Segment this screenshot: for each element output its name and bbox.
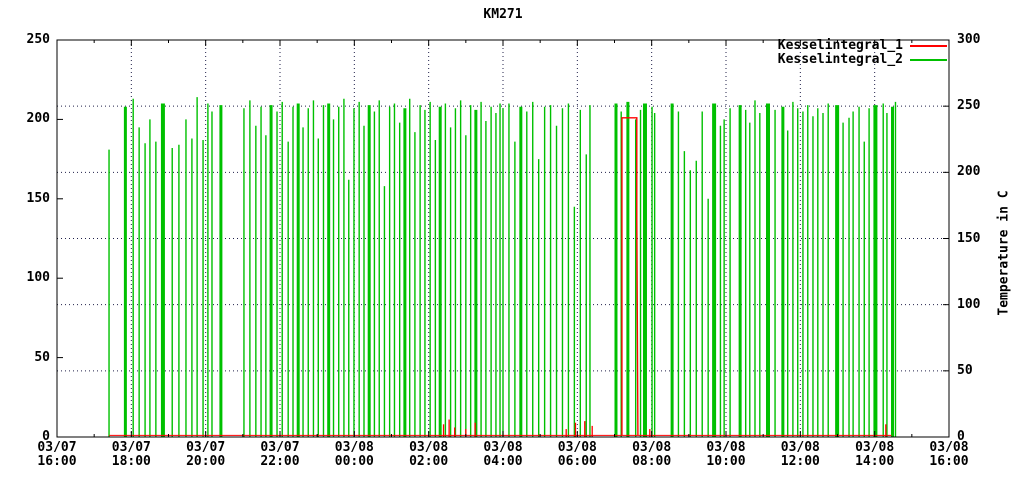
x-tick-date: 03/08 (466, 441, 540, 455)
x-tick-date: 03/08 (392, 441, 466, 455)
x-tick-date: 03/08 (912, 441, 986, 455)
y-right-tick-label: 100 (957, 298, 980, 312)
x-tick-label: 03/0720:00 (169, 441, 243, 469)
y-left-tick-label: 100 (0, 271, 50, 285)
x-tick-label: 03/0812:00 (763, 441, 837, 469)
y-left-tick-label: 150 (0, 192, 50, 206)
x-tick-date: 03/08 (317, 441, 391, 455)
x-tick-time: 06:00 (540, 455, 614, 469)
y-right-tick-label: 300 (957, 33, 980, 47)
x-tick-date: 03/07 (94, 441, 168, 455)
x-tick-label: 03/0800:00 (317, 441, 391, 469)
x-tick-date: 03/07 (243, 441, 317, 455)
x-tick-label: 03/0808:00 (615, 441, 689, 469)
x-tick-date: 03/08 (540, 441, 614, 455)
x-tick-time: 04:00 (466, 455, 540, 469)
x-tick-time: 10:00 (689, 455, 763, 469)
legend-line-sample-red (910, 45, 947, 47)
y-right-tick-label: 250 (957, 99, 980, 113)
x-tick-time: 16:00 (912, 455, 986, 469)
legend-row-series2: Kesselintegral_2 (778, 53, 947, 67)
plot-area (0, 0, 1024, 480)
x-tick-time: 12:00 (763, 455, 837, 469)
legend-label-kesselintegral-2: Kesselintegral_2 (778, 53, 903, 67)
y-right-tick-label: 200 (957, 165, 980, 179)
x-tick-label: 03/0716:00 (20, 441, 94, 469)
x-tick-time: 02:00 (392, 455, 466, 469)
legend-label-kesselintegral-1: Kesselintegral_1 (778, 39, 903, 53)
x-tick-time: 20:00 (169, 455, 243, 469)
x-tick-label: 03/0810:00 (689, 441, 763, 469)
y-right-tick-label: 50 (957, 364, 973, 378)
x-tick-date: 03/08 (838, 441, 912, 455)
x-tick-date: 03/08 (763, 441, 837, 455)
x-tick-label: 03/0814:00 (838, 441, 912, 469)
y-left-tick-label: 0 (0, 430, 50, 444)
y-left-tick-label: 200 (0, 112, 50, 126)
right-axis-title: Temperature in C (997, 190, 1012, 315)
x-tick-label: 03/0816:00 (912, 441, 986, 469)
x-tick-time: 08:00 (615, 455, 689, 469)
x-tick-time: 14:00 (838, 455, 912, 469)
x-tick-time: 00:00 (317, 455, 391, 469)
x-tick-label: 03/0802:00 (392, 441, 466, 469)
x-tick-date: 03/07 (169, 441, 243, 455)
y-right-tick-label: 0 (957, 430, 965, 444)
x-tick-label: 03/0806:00 (540, 441, 614, 469)
x-tick-label: 03/0804:00 (466, 441, 540, 469)
x-tick-time: 22:00 (243, 455, 317, 469)
x-tick-label: 03/0718:00 (94, 441, 168, 469)
y-left-tick-label: 50 (0, 351, 50, 365)
x-tick-time: 18:00 (94, 455, 168, 469)
x-tick-label: 03/0722:00 (243, 441, 317, 469)
legend-row-series1: Kesselintegral_1 (778, 39, 947, 53)
x-tick-date: 03/08 (615, 441, 689, 455)
y-right-tick-label: 150 (957, 232, 980, 246)
km271-chart: KM271 Kesselintegral_1 Kesselintegral_2 … (0, 0, 1024, 480)
legend-line-sample-green (910, 59, 947, 61)
x-tick-time: 16:00 (20, 455, 94, 469)
y-left-tick-label: 250 (0, 33, 50, 47)
x-tick-date: 03/08 (689, 441, 763, 455)
